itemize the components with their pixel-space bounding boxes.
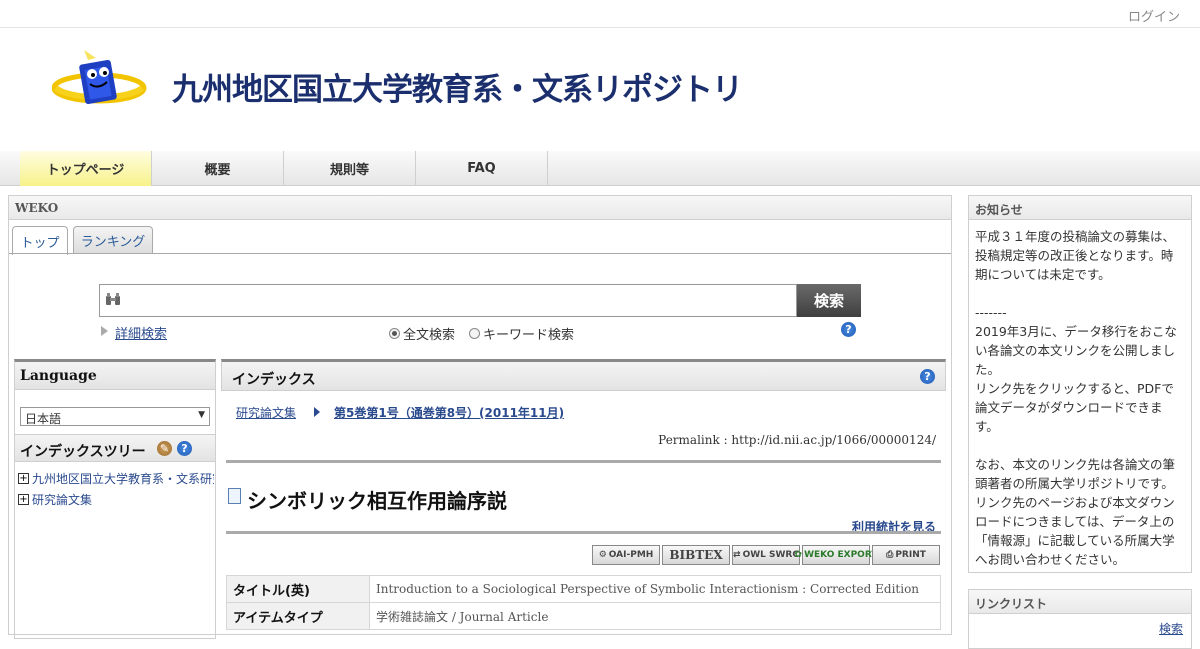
link-list-title: リンクリスト xyxy=(969,590,1191,614)
tree-help-icon[interactable]: ? xyxy=(177,441,192,456)
radio-fulltext-label: 全文検索 xyxy=(403,328,456,343)
index-header: インデックス ? xyxy=(221,359,946,391)
field-value: 学術雑誌論文 / Journal Article xyxy=(369,602,941,630)
print-label: PRINT xyxy=(895,550,926,560)
panel-title: WEKO xyxy=(9,196,951,220)
share-icon: ⇄ xyxy=(733,550,741,560)
divider xyxy=(226,460,941,463)
index-panel: インデックス ? 研究論文集 第5巻第1号（通巻第8号）(2011年11月) P… xyxy=(221,359,946,639)
index-heading: インデックス xyxy=(232,372,316,388)
radio-fulltext[interactable]: 全文検索 xyxy=(389,324,455,343)
tree-item-papers[interactable]: + 研究論文集 xyxy=(18,491,214,508)
search-input[interactable] xyxy=(126,288,786,313)
radio-unchecked-icon xyxy=(469,328,480,339)
language-heading: Language xyxy=(15,362,215,390)
language-select[interactable]: 日本語 ▼ xyxy=(20,407,210,426)
expand-plus-icon[interactable]: + xyxy=(18,473,29,484)
tree-item-root[interactable]: + 九州地区国立大学教育系・文系研究論文 xyxy=(18,470,214,487)
export-owl-swrc-button[interactable]: ⇄ OWL SWRC xyxy=(732,545,800,565)
export-oai-pmh-button[interactable]: ⚙ OAI-PMH xyxy=(592,545,660,565)
weko-panel: WEKO トップ ランキング 検索 詳細検索 全文検索 キーワード検索 ? La… xyxy=(8,195,952,639)
breadcrumb-papers[interactable]: 研究論文集 xyxy=(236,404,296,421)
export-bibtex-button[interactable]: BIBTEX xyxy=(662,545,730,565)
document-icon xyxy=(228,488,241,504)
radio-keyword-label: キーワード検索 xyxy=(483,328,575,343)
left-column: Language 日本語 ▼ インデックスツリー ✎ ? + 九州地区国立大学教… xyxy=(14,359,216,639)
search-button[interactable]: 検索 xyxy=(797,284,861,317)
tree-item-root-label: 九州地区国立大学教育系・文系研究論文 xyxy=(32,472,214,486)
weko-export-icon: ✿ xyxy=(794,550,803,560)
search-box xyxy=(99,284,797,317)
tree-item-papers-label: 研究論文集 xyxy=(32,493,93,507)
login-link[interactable]: ログイン xyxy=(1128,6,1180,25)
index-tree-header: インデックスツリー ✎ ? xyxy=(15,434,215,462)
nav-overview[interactable]: 概要 xyxy=(152,151,284,186)
field-key: アイテムタイプ xyxy=(226,602,370,630)
tab-top[interactable]: トップ xyxy=(12,226,68,255)
tree-settings-icon[interactable]: ✎ xyxy=(157,441,172,456)
nav-rules[interactable]: 規則等 xyxy=(284,151,416,186)
index-help-icon[interactable]: ? xyxy=(920,369,935,384)
metadata-table: タイトル(英) Introduction to a Sociological P… xyxy=(226,575,941,630)
dropdown-arrow-icon: ▼ xyxy=(198,410,205,420)
table-row: タイトル(英) Introduction to a Sociological P… xyxy=(226,575,941,603)
binoculars-icon xyxy=(105,293,121,310)
export-owl-swrc-label: OWL SWRC xyxy=(742,550,799,560)
tab-ranking[interactable]: ランキング xyxy=(73,226,153,254)
nav-faq[interactable]: FAQ xyxy=(416,151,548,186)
field-key: タイトル(英) xyxy=(226,575,370,603)
breadcrumb-issue[interactable]: 第5巻第1号（通巻第8号）(2011年11月) xyxy=(334,404,564,421)
news-title: お知らせ xyxy=(969,196,1191,220)
link-list-panel: リンクリスト 検索 xyxy=(968,589,1192,649)
triangle-right-icon xyxy=(101,326,108,336)
article-title: シンボリック相互作用論序説 xyxy=(247,489,507,513)
print-button[interactable]: ⎙ PRINT xyxy=(872,545,940,565)
search-help-icon[interactable]: ? xyxy=(841,322,856,337)
radio-keyword[interactable]: キーワード検索 xyxy=(469,324,574,343)
advanced-search-link[interactable]: 詳細検索 xyxy=(115,323,167,342)
language-selected: 日本語 xyxy=(25,412,62,426)
link-list-search[interactable]: 検索 xyxy=(1159,620,1183,637)
table-row: アイテムタイプ 学術雑誌論文 / Journal Article xyxy=(226,602,941,630)
export-oai-pmh-label: OAI-PMH xyxy=(608,550,654,560)
radio-checked-icon xyxy=(389,328,400,339)
export-weko-label: WEKO EXPORT xyxy=(804,550,878,560)
permalink: Permalink : http://id.nii.ac.jp/1066/000… xyxy=(658,433,936,447)
field-value: Introduction to a Sociological Perspecti… xyxy=(369,575,941,603)
site-title[interactable]: 九州地区国立大学教育系・文系リポジトリ xyxy=(172,64,743,109)
printer-icon: ⎙ xyxy=(886,550,894,560)
main-nav: トップページ 概要 規則等 FAQ xyxy=(0,151,1200,186)
index-tree-heading: インデックスツリー xyxy=(20,444,146,460)
repository-logo xyxy=(52,50,147,104)
nav-top-page[interactable]: トップページ xyxy=(20,151,152,186)
news-panel: お知らせ 平成３１年度の投稿論文の募集は、投稿規定等の改正後となります。時期につ… xyxy=(968,195,1192,573)
top-bar: ログイン xyxy=(0,0,1200,28)
gear-icon: ⚙ xyxy=(598,550,607,560)
export-weko-button[interactable]: ✿ WEKO EXPORT xyxy=(795,545,878,565)
news-body: 平成３１年度の投稿論文の募集は、投稿規定等の改正後となります。時期については未定… xyxy=(975,229,1177,567)
breadcrumb-arrow-icon xyxy=(314,407,320,417)
divider xyxy=(226,531,941,534)
tab-divider xyxy=(9,253,951,254)
expand-plus-icon[interactable]: + xyxy=(18,494,29,505)
